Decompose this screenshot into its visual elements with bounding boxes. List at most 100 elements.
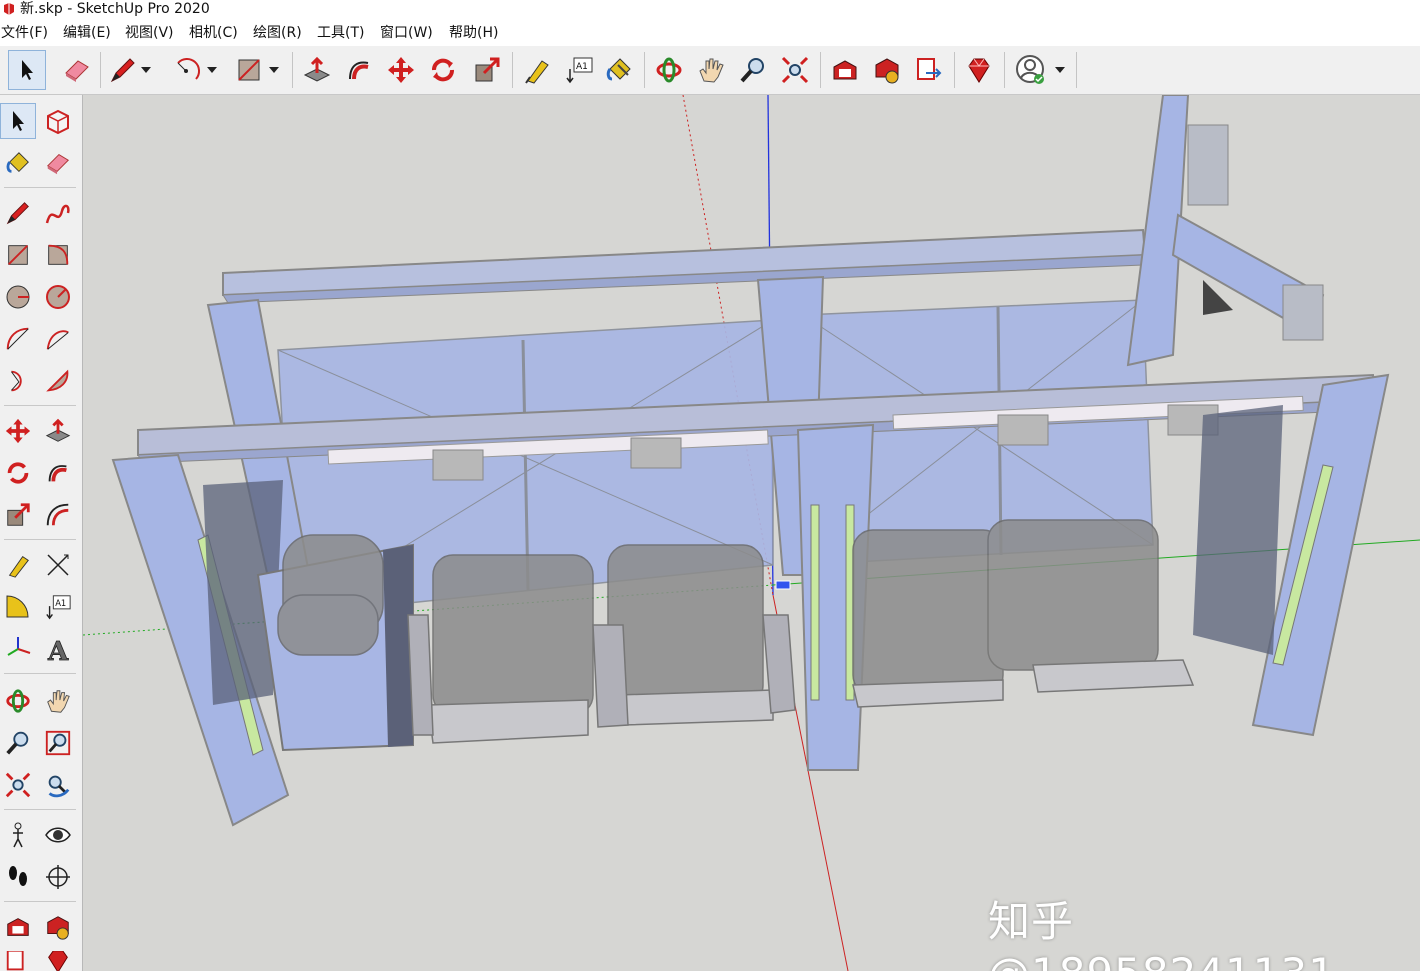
pan-tool-button[interactable] (692, 50, 730, 90)
eraser-icon (65, 60, 89, 82)
push-pull-icon (303, 56, 331, 82)
arc-dropdown[interactable] (202, 50, 222, 90)
left-tape-measure-tool[interactable] (0, 547, 36, 583)
text-label-icon: A1 (46, 595, 71, 620)
orbit-tool-button[interactable] (650, 50, 688, 90)
account-dropdown[interactable] (1050, 50, 1070, 90)
zoom-extents-icon (781, 56, 809, 84)
rectangle-dropdown[interactable] (264, 50, 284, 90)
left-zoom-window-tool[interactable] (40, 725, 76, 761)
left-push-pull-tool[interactable] (40, 413, 76, 449)
left-previous-view-tool[interactable] (40, 767, 76, 803)
line-dropdown[interactable] (136, 50, 156, 90)
left-select-tool[interactable] (0, 103, 36, 139)
left-extension-warehouse-tool[interactable] (40, 909, 76, 945)
account-button[interactable] (1012, 50, 1050, 90)
left-dimension-tool[interactable] (40, 547, 76, 583)
left-orbit-tool[interactable] (0, 683, 36, 719)
left-3d-text-tool[interactable]: A (40, 631, 76, 667)
zoom-extents-tool-button[interactable] (776, 50, 814, 90)
pencil-icon (110, 58, 135, 83)
left-rotate-tool[interactable] (0, 455, 36, 491)
arc-tool-button[interactable] (168, 50, 206, 90)
left-protractor-tool[interactable] (0, 589, 36, 625)
3d-warehouse-button[interactable] (826, 50, 864, 90)
rectangle-tool-button[interactable] (230, 50, 268, 90)
extension-manager-button[interactable] (960, 50, 998, 90)
left-position-camera-tool[interactable] (0, 817, 36, 853)
left-zoom-tool[interactable] (0, 725, 36, 761)
extension-warehouse-button[interactable] (868, 50, 906, 90)
left-paint-bucket-tool[interactable] (0, 145, 36, 181)
polygon-icon (46, 285, 70, 309)
menu-file[interactable]: 文件(F) (1, 22, 48, 44)
paint-bucket-tool-button[interactable] (600, 50, 638, 90)
left-circle-tool[interactable] (0, 279, 36, 315)
send-to-layout-button[interactable] (910, 50, 948, 90)
left-line-tool[interactable] (0, 195, 36, 231)
left-section-plane-tool[interactable] (40, 859, 76, 895)
left-look-around-tool[interactable] (40, 817, 76, 853)
rotated-rectangle-icon (48, 244, 69, 265)
layout-send-icon (6, 951, 24, 971)
left-polygon-tool[interactable] (40, 279, 76, 315)
left-zoom-extents-tool[interactable] (0, 767, 36, 803)
move-arrows-icon (5, 418, 31, 444)
eraser-icon (46, 154, 70, 175)
left-scale-tool[interactable] (0, 497, 36, 533)
left-send-to-layout-tool[interactable] (0, 951, 36, 971)
scale-tool-button[interactable] (468, 50, 506, 90)
menu-view[interactable]: 视图(V) (125, 22, 174, 44)
menu-camera[interactable]: 相机(C) (189, 22, 238, 44)
model-viewport[interactable]: 知乎 @18958241131 (83, 95, 1420, 971)
menu-edit[interactable]: 编辑(E) (63, 22, 111, 44)
left-rectangle-tool[interactable] (0, 237, 36, 273)
previous-view-icon (48, 775, 70, 798)
left-3d-warehouse-tool[interactable] (0, 909, 36, 945)
left-freehand-tool[interactable] (40, 195, 76, 231)
left-3point-arc-tool[interactable] (0, 363, 36, 399)
left-text-tool[interactable]: A1 (40, 589, 76, 625)
left-follow-me-tool[interactable] (40, 455, 76, 491)
text-tool-button[interactable]: A1 (560, 50, 598, 90)
left-eraser-tool[interactable] (40, 145, 76, 181)
left-offset-tool[interactable] (40, 497, 76, 533)
follow-me-tool-button[interactable] (340, 50, 378, 90)
tape-measure-tool-button[interactable] (518, 50, 556, 90)
section-plane-icon (46, 865, 70, 889)
left-walk-tool[interactable] (0, 859, 36, 895)
left-pan-tool[interactable] (40, 683, 76, 719)
menu-help[interactable]: 帮助(H) (449, 22, 498, 44)
left-arc-tool[interactable] (0, 321, 36, 357)
magnifier-icon (6, 731, 29, 755)
chevron-down-icon (207, 67, 217, 73)
large-tool-set: A1 A (0, 95, 83, 971)
eraser-tool-button[interactable] (58, 50, 96, 90)
scale-icon (475, 57, 500, 82)
follow-me-icon (48, 465, 67, 482)
left-extension-manager-tool[interactable] (40, 951, 76, 971)
left-move-tool[interactable] (0, 413, 36, 449)
menu-bar: 文件(F) 编辑(E) 视图(V) 相机(C) 绘图(R) 工具(T) 窗口(W… (0, 22, 1420, 44)
3d-text-icon: A (47, 637, 70, 663)
menu-tools[interactable]: 工具(T) (317, 22, 364, 44)
move-tool-button[interactable] (382, 50, 420, 90)
dimension-icon (47, 554, 69, 576)
menu-window[interactable]: 窗口(W) (380, 22, 433, 44)
rotate-tool-button[interactable] (424, 50, 462, 90)
rotate-icon (432, 58, 454, 82)
warehouse-icon (7, 918, 29, 936)
left-make-component-tool[interactable] (40, 103, 76, 139)
extension-warehouse-icon (47, 916, 69, 940)
push-pull-tool-button[interactable] (298, 50, 336, 90)
menu-draw[interactable]: 绘图(R) (253, 22, 302, 44)
rectangle-icon (238, 59, 260, 81)
axes-icon (7, 637, 31, 656)
left-pie-tool[interactable] (40, 363, 76, 399)
left-axes-tool[interactable] (0, 631, 36, 667)
left-rotated-rectangle-tool[interactable] (40, 237, 76, 273)
zoom-tool-button[interactable] (734, 50, 772, 90)
chevron-down-icon (141, 67, 151, 73)
left-2point-arc-tool[interactable] (40, 321, 76, 357)
select-tool-button[interactable] (8, 50, 46, 90)
